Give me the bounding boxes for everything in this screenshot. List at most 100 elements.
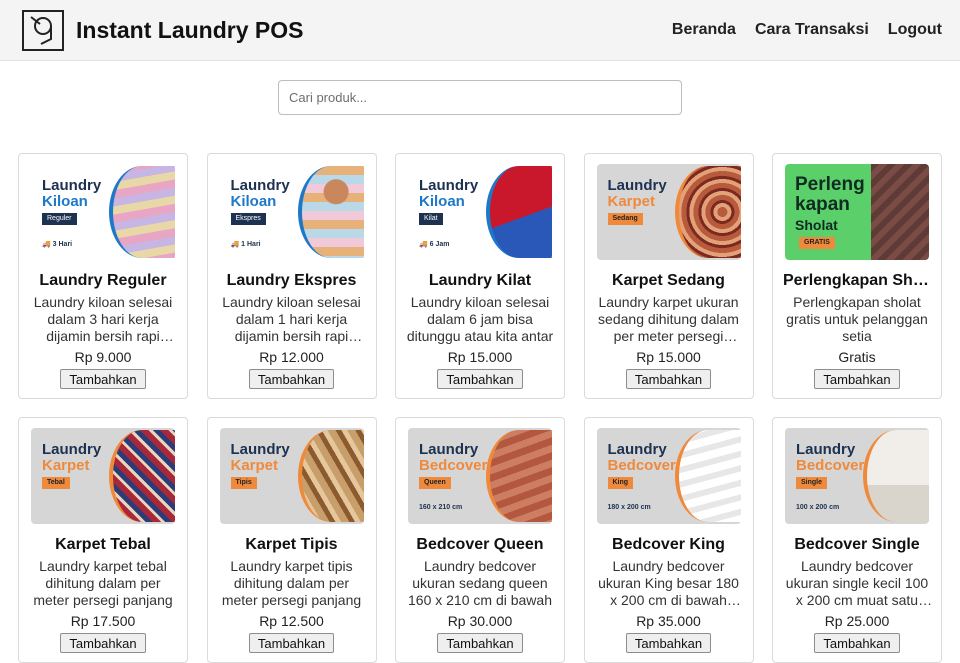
product-description: Laundry bedcover ukuran sedang queen 160… [408,558,552,608]
thumb-line1: Laundry [607,441,667,458]
carpet-photo [297,430,364,522]
laundry-photo [486,166,552,258]
product-image: Laundry Kiloan Ekspres 🚚 1 Hari [219,164,364,260]
bedroom-photo [863,430,929,522]
product-card: Perleng kapan Sholat GRATIS Perlengkapan… [772,153,942,399]
add-to-cart-button[interactable]: Tambahkan [814,369,900,389]
product-price: Rp 9.000 [74,349,132,365]
brand-title[interactable]: Instant Laundry POS [76,17,303,44]
product-description: Perlengkapan sholat gratis untuk pelangg… [786,294,928,344]
add-to-cart-button[interactable]: Tambahkan [248,633,335,653]
carpet-photo [109,430,175,522]
thumb-line2: Bedcover [607,457,676,474]
product-price: Gratis [838,349,876,365]
product-card: Laundry Bedcover King 180 x 200 cm Bedco… [583,417,754,663]
product-title: Laundry Kilat [428,272,532,289]
product-description: Laundry bedcover ukuran King besar 180 x… [598,558,739,608]
add-to-cart-button[interactable]: Tambahkan [60,369,146,389]
navbar: Instant Laundry POS Beranda Cara Transak… [0,0,960,61]
thumb-size: 100 x 200 cm [796,504,840,511]
add-to-cart-button[interactable]: Tambahkan [437,369,523,389]
product-image: Laundry Karpet Tipis [219,428,364,524]
thumb-meta: 🚚 3 Hari [42,241,73,248]
product-title: Karpet Tipis [245,536,338,553]
product-title: Karpet Sedang [612,272,725,289]
thumb-meta: 🚚 6 Jam [419,241,450,248]
product-card: Laundry Karpet Tebal Karpet Tebal Laundr… [18,417,188,663]
thumb-meta: 🚚 1 Hari [230,241,261,248]
thumb-line1: Laundry [230,177,290,194]
product-image: Laundry Karpet Sedang [596,164,741,260]
add-to-cart-button[interactable]: Tambahkan [625,633,712,653]
thumb-line2: Bedcover [796,457,865,474]
add-to-cart-button[interactable]: Tambahkan [60,633,146,653]
product-description: Laundry kiloan selesai dalam 6 jam bisa … [406,294,554,344]
product-card: Laundry Bedcover Single 100 x 200 cm Bed… [772,417,942,663]
bedcover-photo [674,430,741,522]
product-description: Laundry karpet tipis dihitung dalam per … [221,558,362,608]
product-title: Laundry Reguler [39,272,167,289]
thumb-line1: Laundry [419,441,479,458]
add-to-cart-button[interactable]: Tambahkan [248,369,335,389]
laundry-photo [109,166,175,258]
thumb-tag: Tipis [230,477,257,489]
product-price: Rp 25.000 [824,613,890,629]
main-nav: Beranda Cara Transaksi Logout [672,21,942,39]
thumb-line2: Karpet [607,193,656,210]
thumb-line2: Kiloan [230,193,277,210]
bedcover-photo [486,430,552,522]
thumb-line2: Karpet [42,457,90,474]
carpet-photo [674,166,741,258]
thumb-size: 180 x 200 cm [607,504,651,511]
product-card: Laundry Karpet Sedang Karpet Sedang Laun… [583,153,754,399]
thumb-line1: Laundry [42,441,102,458]
thumb-tag: GRATIS [799,237,835,249]
product-price: Rp 15.000 [636,349,701,365]
thumb-line1: Laundry [230,441,290,458]
product-card: Laundry Kiloan Kilat 🚚 6 Jam Laundry Kil… [395,153,565,399]
product-image: Laundry Bedcover Queen 160 x 210 cm [408,428,552,524]
search-input[interactable] [278,80,682,115]
product-image: Perleng kapan Sholat GRATIS [785,164,929,260]
thumb-tag: Tebal [42,477,70,489]
product-image: Laundry Bedcover Single 100 x 200 cm [785,428,929,524]
product-price: Rp 30.000 [447,613,513,629]
product-card: Laundry Kiloan Reguler 🚚 3 Hari Laundry … [18,153,188,399]
product-description: Laundry karpet tebal dihitung dalam per … [33,558,173,608]
thumb-line1: Perleng kapan [795,174,865,215]
add-to-cart-button[interactable]: Tambahkan [814,633,900,653]
thumb-line1: Laundry [607,177,667,194]
nav-cara-transaksi[interactable]: Cara Transaksi [755,21,869,39]
laundry-photo [297,166,364,258]
product-title: Perlengkapan Sholat [783,272,931,289]
thumb-line2: Kiloan [419,193,465,210]
product-card: Laundry Kiloan Ekspres 🚚 1 Hari Laundry … [206,153,377,399]
thumb-tag: Kilat [419,213,443,225]
search-container [0,80,960,115]
logo-icon[interactable] [22,9,64,51]
product-description: Laundry kiloan selesai dalam 3 hari kerj… [33,294,173,344]
nav-logout[interactable]: Logout [888,21,942,39]
thumb-line2: Karpet [230,457,279,474]
product-price: Rp 35.000 [636,613,701,629]
add-to-cart-button[interactable]: Tambahkan [625,369,712,389]
product-title: Bedcover King [612,536,725,553]
product-price: Rp 17.500 [70,613,136,629]
product-description: Laundry karpet ukuran sedang dihitung da… [598,294,739,344]
product-card: Laundry Bedcover Queen 160 x 210 cm Bedc… [395,417,565,663]
thumb-tag: King [607,477,634,489]
thumb-tag: Ekspres [230,213,266,225]
thumb-line1: Laundry [796,441,856,458]
thumb-tag: Single [796,477,828,489]
product-title: Bedcover Single [794,536,920,553]
thumb-line2: Kiloan [42,193,88,210]
product-image: Laundry Kiloan Kilat 🚚 6 Jam [408,164,552,260]
product-price: Rp 12.000 [259,349,324,365]
product-grid: Laundry Kiloan Reguler 🚚 3 Hari Laundry … [18,153,942,663]
product-description: Laundry kiloan selesai dalam 1 hari kerj… [222,294,361,344]
thumb-tag: Sedang [607,213,643,225]
thumb-line1: Laundry [42,177,102,194]
thumb-line2: Bedcover [419,457,488,474]
add-to-cart-button[interactable]: Tambahkan [437,633,523,653]
nav-beranda[interactable]: Beranda [672,21,736,39]
